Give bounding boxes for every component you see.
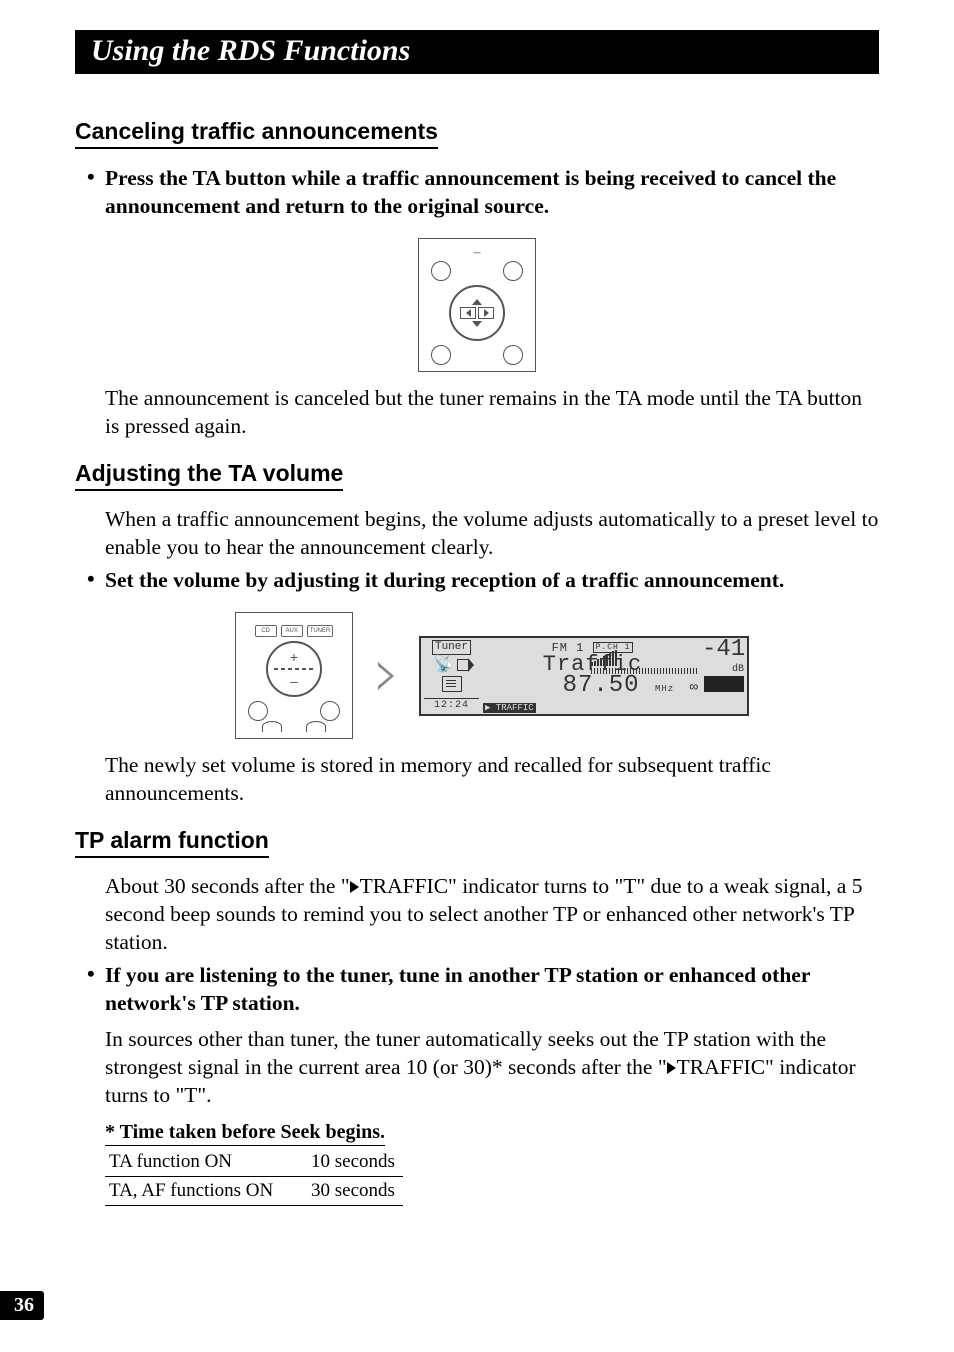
lcd-antenna-icon: 📡	[434, 659, 454, 672]
para-tp-alarm-intro: About 30 seconds after the "TRAFFIC" ind…	[105, 872, 879, 956]
device-button-icon	[306, 721, 326, 732]
bullet-text-set-volume: Set the volume by adjusting it during re…	[105, 566, 784, 594]
device-button-icon	[248, 701, 268, 721]
lcd-frequency: 87.50	[563, 672, 640, 699]
device-button-icon	[431, 261, 451, 281]
lcd-scale-icon	[591, 668, 697, 674]
device-button-icon	[320, 701, 340, 721]
figure-remote-nav: –	[75, 238, 879, 372]
lcd-source-label: Tuner	[432, 640, 471, 655]
device-tuner-button-icon: TUNER	[307, 625, 334, 637]
lcd-volume-level: -41	[702, 640, 744, 660]
device-cd-button-icon: CD	[255, 625, 277, 637]
page-title-bar: Using the RDS Functions	[75, 30, 879, 74]
table-cell: TA, AF functions ON	[105, 1177, 307, 1206]
lcd-level-bars-icon	[591, 650, 641, 666]
page-number: 36	[0, 1291, 44, 1320]
table-row: TA, AF functions ON 30 seconds	[105, 1177, 403, 1206]
table-cell: TA function ON	[105, 1148, 307, 1177]
device-dash-icon: –	[429, 245, 525, 261]
device-dpad-icon	[449, 285, 505, 341]
para-ta-volume-intro: When a traffic announcement begins, the …	[105, 505, 879, 561]
figure-volume-and-display: CD AUX TUNER + – Tuner	[105, 612, 879, 739]
seek-time-table: TA function ON 10 seconds TA, AF functio…	[105, 1148, 403, 1206]
lcd-time: 12:24	[424, 698, 479, 712]
lcd-source-icon	[442, 676, 462, 692]
play-icon	[350, 881, 359, 893]
heading-tp-alarm: TP alarm function	[75, 827, 269, 858]
bullet-icon: •	[87, 961, 105, 1017]
heading-adjusting-ta-volume: Adjusting the TA volume	[75, 460, 343, 491]
bullet-text-cancel-ta: Press the TA button while a traffic anno…	[105, 164, 879, 220]
table-cell: 30 seconds	[307, 1177, 403, 1206]
device-button-icon	[503, 345, 523, 365]
lcd-traffic-indicator: ▶ TRAFFIC	[483, 703, 536, 713]
lcd-pip-box-icon	[704, 676, 744, 692]
lcd-speaker-icon	[457, 659, 469, 671]
para-tp-other-sources: In sources other than tuner, the tuner a…	[105, 1025, 879, 1109]
device-button-icon	[503, 261, 523, 281]
bullet-icon: •	[87, 566, 105, 594]
device-volume-dial-icon: + –	[266, 641, 322, 697]
arrow-right-icon	[378, 662, 394, 690]
bullet-text-tune-tp: If you are listening to the tuner, tune …	[105, 961, 879, 1017]
table-row: TA function ON 10 seconds	[105, 1148, 403, 1177]
lcd-display: Tuner 📡 12:24 FM 1 P.CH 1 Traffic 87.50 …	[419, 636, 749, 716]
footnote-seek-heading: * Time taken before Seek begins.	[105, 1121, 385, 1146]
device-aux-button-icon: AUX	[281, 625, 303, 637]
lcd-frequency-unit: MHz	[655, 684, 674, 694]
device-button-icon	[262, 721, 282, 732]
bullet-icon: •	[87, 164, 105, 220]
table-cell: 10 seconds	[307, 1148, 403, 1177]
device-button-icon	[431, 345, 451, 365]
lcd-stereo-icon: ∞	[690, 680, 699, 696]
para-cancel-note: The announcement is canceled but the tun…	[105, 384, 879, 440]
heading-canceling-traffic: Canceling traffic announcements	[75, 118, 438, 149]
play-icon	[667, 1062, 676, 1074]
para-volume-stored: The newly set volume is stored in memory…	[105, 751, 879, 807]
